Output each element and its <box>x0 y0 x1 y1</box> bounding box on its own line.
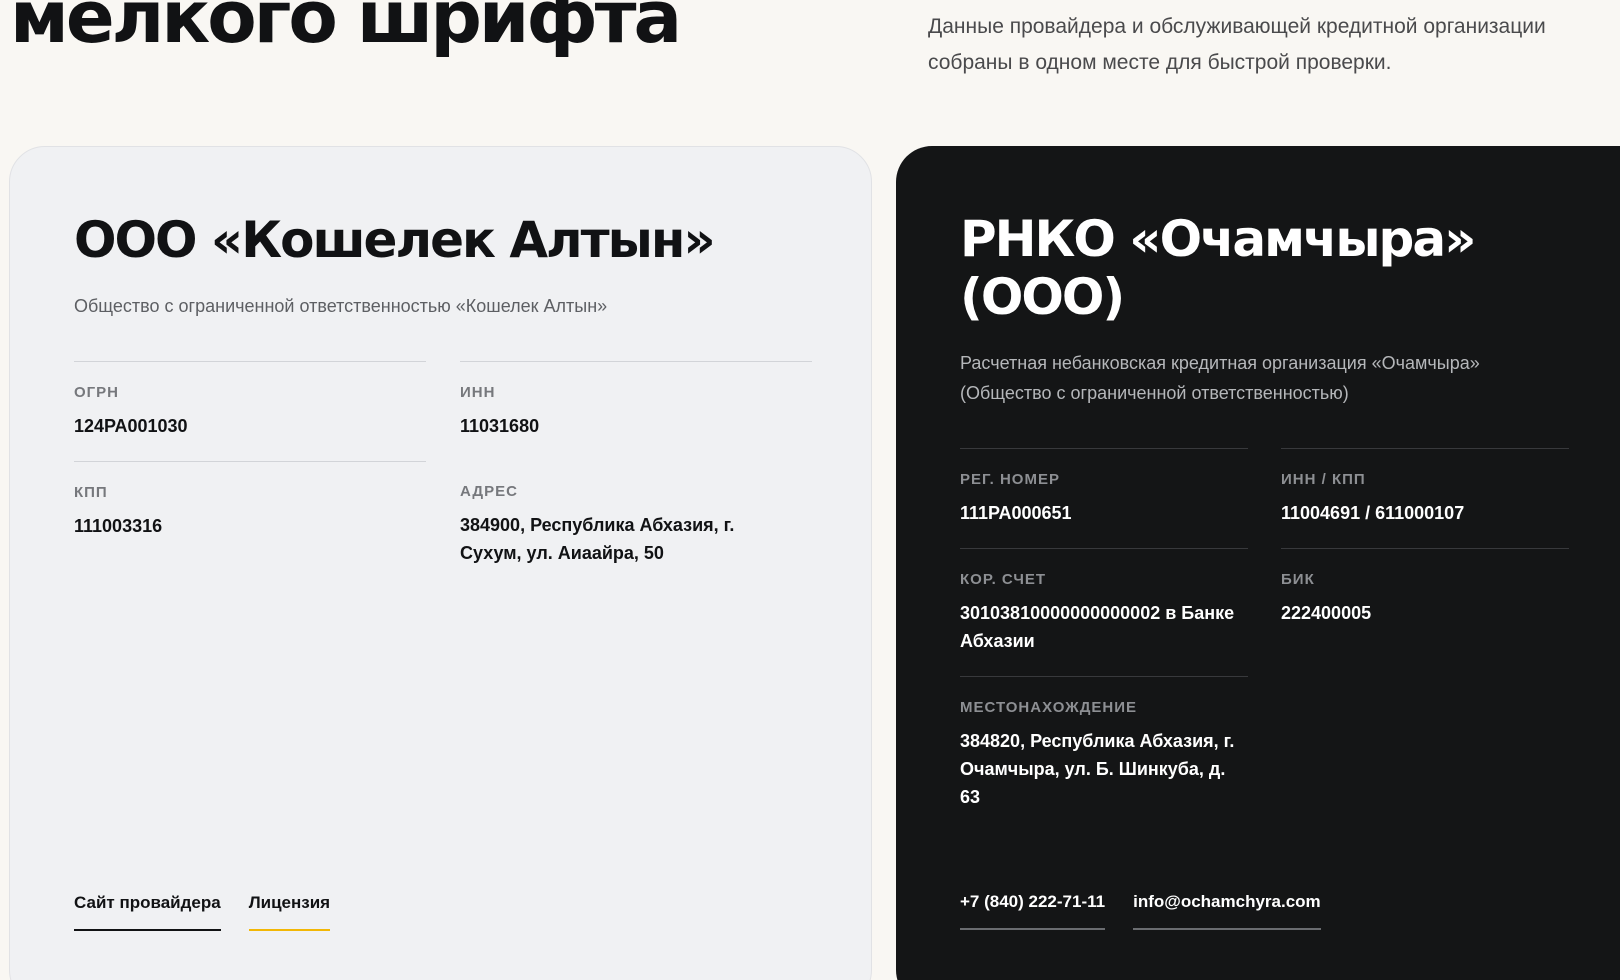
field-value: 111003316 <box>74 516 163 536</box>
bank-description: Расчетная небанковская кредитная организ… <box>960 353 1480 403</box>
field-kor-account: КОР. СЧЕТ 30103810000000000002 в Банке А… <box>960 548 1248 655</box>
field-value: 222400005 <box>1281 603 1372 623</box>
field-label: ИНН / КПП <box>1281 471 1366 488</box>
field-ogrn: ОГРН 124РА001030 <box>74 361 426 440</box>
email-link[interactable]: info@ochamchyra.com <box>1133 892 1321 930</box>
field-bik: БИК 222400005 <box>1281 548 1569 627</box>
phone-link[interactable]: +7 (840) 222-71-11 <box>960 892 1106 930</box>
field-value: 384820, Республика Абхазия, г. Очамчыра,… <box>960 731 1235 807</box>
field-location: МЕСТОНАХОЖДЕНИЕ 384820, Республика Абхаз… <box>960 676 1248 811</box>
provider-site-link[interactable]: Сайт провайдера <box>74 893 221 931</box>
field-value: 111РА000651 <box>960 503 1072 523</box>
page: мелкого шрифта Данные провайдера и обслу… <box>0 0 1620 980</box>
provider-links: Сайт провайдера Лицензия <box>74 893 331 931</box>
field-value: 11004691 / 611000107 <box>1281 503 1465 523</box>
field-value: 124РА001030 <box>74 416 188 436</box>
page-title: мелкого шрифта <box>10 0 682 59</box>
provider-name: ООО «Кошелек Алтын» <box>74 211 716 269</box>
bank-links: +7 (840) 222-71-11 info@ochamchyra.com <box>960 892 1321 930</box>
bank-card: РНКО «Очамчыра» (ООО) Расчетная небанков… <box>896 146 1620 980</box>
page-lead: Данные провайдера и обслуживающей кредит… <box>928 15 1546 74</box>
field-label: ОГРН <box>74 384 120 401</box>
field-value: 11031680 <box>460 416 540 436</box>
field-label: КОР. СЧЕТ <box>960 571 1047 588</box>
license-link[interactable]: Лицензия <box>248 893 331 931</box>
field-label: АДРЕС <box>460 483 518 500</box>
field-value: 30103810000000000002 в Банке Абхазии <box>960 603 1235 651</box>
field-inn: ИНН 11031680 <box>460 361 812 440</box>
field-kpp: КПП 111003316 <box>74 461 426 540</box>
field-value: 384900, Республика Абхазия, г. Сухум, ул… <box>460 515 735 563</box>
provider-description: Общество с ограниченной ответственностью… <box>74 296 608 316</box>
field-label: БИК <box>1281 571 1315 588</box>
field-label: ИНН <box>460 384 496 401</box>
bank-name: РНКО «Очамчыра» (ООО) <box>960 210 1476 326</box>
field-label: КПП <box>74 484 108 501</box>
field-address: АДРЕС 384900, Республика Абхазия, г. Сух… <box>460 461 812 567</box>
field-label: РЕГ. НОМЕР <box>960 471 1060 488</box>
field-reg-number: РЕГ. НОМЕР 111РА000651 <box>960 448 1248 527</box>
field-label: МЕСТОНАХОЖДЕНИЕ <box>960 699 1138 716</box>
provider-card: ООО «Кошелек Алтын» Общество с ограничен… <box>9 146 872 980</box>
field-inn-kpp: ИНН / КПП 11004691 / 611000107 <box>1281 448 1569 527</box>
